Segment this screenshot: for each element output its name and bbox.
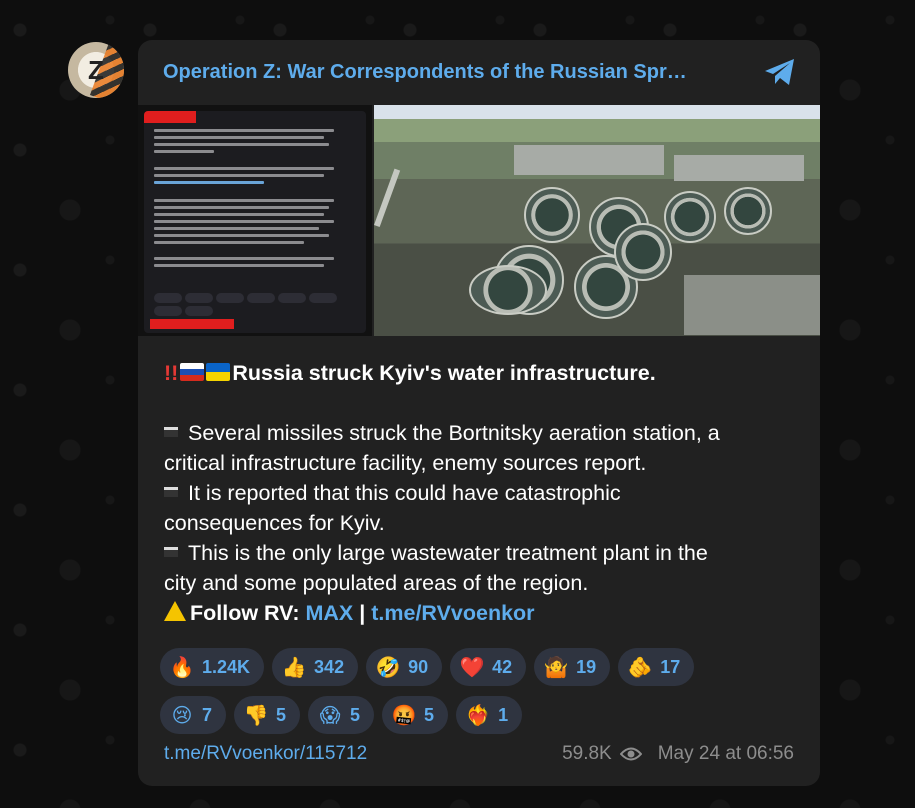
reaction-count: 17	[660, 656, 681, 677]
reaction-cry[interactable]: 😢 7	[160, 696, 227, 734]
rofl-icon: 🤣	[375, 655, 401, 679]
bullet-icon	[164, 487, 178, 498]
redaction-bar	[144, 111, 196, 123]
russia-flag-icon	[180, 363, 205, 382]
reaction-heart[interactable]: ❤️ 42	[450, 648, 527, 686]
bullet-text: This is the only large wastewater treatm…	[188, 541, 708, 565]
headline: Russia struck Kyiv's water infrastructur…	[232, 361, 656, 385]
double-exclamation-icon: !!	[164, 361, 179, 385]
screenshot-reactions	[154, 293, 358, 316]
thumbs-up-icon: 👍	[281, 655, 307, 679]
post-date: May 24 at 06:56	[657, 743, 794, 764]
reaction-heart-on-fire[interactable]: ❤️‍🔥 1	[456, 696, 523, 734]
bullet-text: critical infrastructure facility, enemy …	[164, 451, 647, 475]
bullet-text: Several missiles struck the Bortnitsky a…	[188, 421, 720, 445]
ukraine-flag-icon	[206, 363, 231, 382]
pointing-hand-icon: 🫵	[627, 655, 653, 679]
max-link[interactable]: MAX	[305, 601, 353, 625]
eye-icon	[619, 746, 642, 762]
reaction-count: 42	[492, 656, 513, 677]
post-link[interactable]: t.me/RVvoenkor/115712	[164, 743, 562, 765]
screaming-face-icon: 😱	[319, 703, 341, 727]
share-icon[interactable]	[760, 52, 800, 92]
reaction-point[interactable]: 🫵 17	[618, 648, 695, 686]
reaction-count: 342	[314, 656, 345, 677]
view-count: 59.8K	[562, 743, 658, 765]
bullet-text: consequences for Kyiv.	[164, 511, 385, 535]
media-screenshot[interactable]	[138, 105, 372, 336]
reactions-bar: 🔥 1.24K 👍 342 🤣 90 ❤️ 42 🤷 19 🫵 17 😢 7 👎 5 😱 5 🤬 5…	[160, 648, 800, 744]
reaction-count: 5	[350, 704, 361, 725]
views-value: 59.8K	[562, 743, 612, 764]
reaction-row: 😢 7 👎 5 😱 5 🤬 5 ❤️‍🔥 1	[160, 696, 800, 734]
screenshot-image	[144, 111, 366, 333]
reaction-count: 1	[498, 704, 509, 725]
reaction-row: 🔥 1.24K 👍 342 🤣 90 ❤️ 42 🤷 19 🫵 17	[160, 648, 800, 686]
follow-label: Follow RV:	[190, 601, 300, 625]
reaction-count: 7	[202, 704, 213, 725]
reaction-count: 5	[276, 704, 287, 725]
crying-face-icon: 😢	[171, 703, 193, 727]
reaction-rofl[interactable]: 🤣 90	[366, 648, 443, 686]
channel-link[interactable]: t.me/RVvoenkor	[371, 601, 534, 625]
reaction-count: 1.24K	[202, 656, 251, 677]
cursing-face-icon: 🤬	[391, 703, 417, 727]
reaction-fire[interactable]: 🔥 1.24K	[160, 648, 265, 686]
channel-avatar[interactable]: Z	[68, 42, 124, 98]
reaction-count: 90	[408, 656, 429, 677]
message-text: !! Russia struck Kyiv's water infrastruct…	[164, 358, 804, 628]
media-album[interactable]	[138, 105, 820, 336]
avatar-letter: Z	[88, 54, 104, 85]
reaction-thumbs-up[interactable]: 👍 342	[272, 648, 359, 686]
bullet-icon	[164, 427, 178, 438]
reaction-count: 19	[576, 656, 597, 677]
fire-icon: 🔥	[169, 655, 195, 679]
reaction-scream[interactable]: 😱 5	[308, 696, 375, 734]
bullet-icon	[164, 547, 178, 558]
reaction-thumbs-down[interactable]: 👎 5	[234, 696, 301, 734]
redaction-bar	[150, 319, 234, 329]
message-header: Operation Z: War Correspondents of the R…	[138, 40, 820, 104]
link-separator: |	[359, 601, 366, 625]
heart-icon: ❤️	[459, 655, 485, 679]
bullet-text: city and some populated areas of the reg…	[164, 571, 589, 595]
message-card: Operation Z: War Correspondents of the R…	[138, 40, 820, 786]
reaction-shrug[interactable]: 🤷 19	[534, 648, 611, 686]
bullet-text: It is reported that this could have cata…	[188, 481, 621, 505]
media-aerial-photo[interactable]	[374, 105, 820, 336]
heart-on-fire-icon: ❤️‍🔥	[465, 703, 491, 727]
thumbs-down-icon: 👎	[243, 703, 269, 727]
headline-line: !! Russia struck Kyiv's water infrastruct…	[164, 358, 804, 388]
reaction-count: 5	[424, 704, 435, 725]
message-footer: t.me/RVvoenkor/115712 59.8K May 24 at 06…	[164, 740, 794, 768]
shrug-icon: 🤷	[543, 655, 569, 679]
warning-icon	[164, 601, 186, 622]
reaction-cursing[interactable]: 🤬 5	[382, 696, 449, 734]
channel-title[interactable]: Operation Z: War Correspondents of the R…	[163, 61, 752, 84]
